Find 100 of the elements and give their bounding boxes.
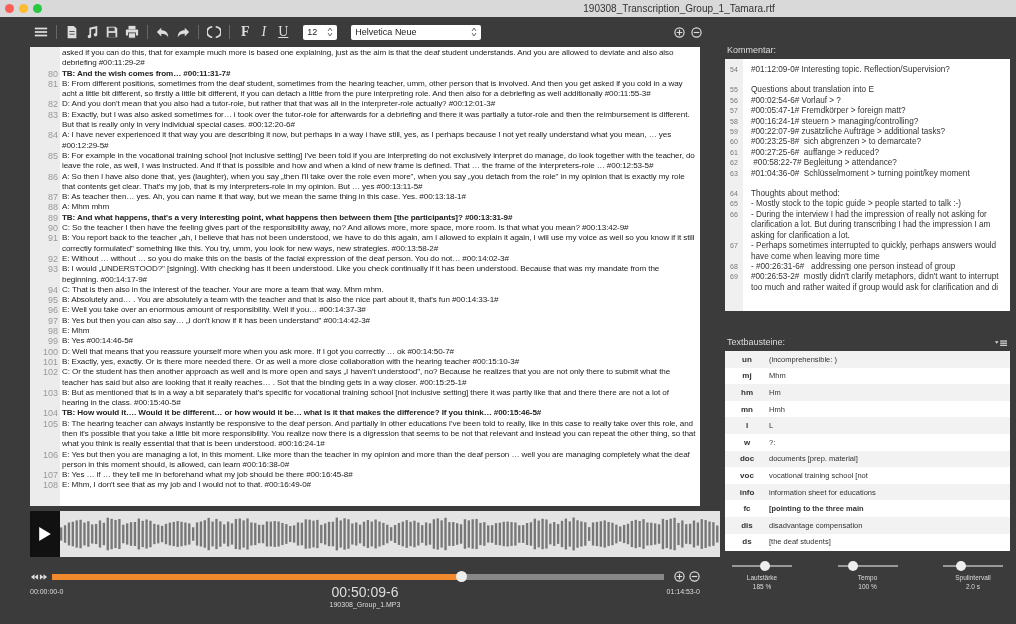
sync-icon[interactable] — [207, 25, 221, 39]
zoom-out-icon[interactable] — [689, 571, 700, 582]
play-button[interactable] — [30, 511, 60, 557]
panel-menu-icon[interactable] — [995, 339, 1007, 347]
transcript-line: E: Yes but then you are managing a lot, in this moment. Like more than the teacher in my opinion and more than the deaf person … well you are managing completely what the deaf person in this moment should, is allowed, can learn #00:16:38-0# — [62, 449, 691, 471]
transcript-line: B: Absolutely and… . You are absolutely a team with the teacher and that is also the nice part about it, that's fun #00:14:33-1# — [62, 295, 500, 306]
line-number: 101 — [41, 356, 59, 368]
font-size-stepper[interactable]: 12 — [303, 24, 338, 40]
up-down-arrows-icon[interactable] — [327, 27, 334, 37]
format-button[interactable]: U — [275, 24, 292, 40]
line-number: 104 — [41, 408, 59, 419]
snippet-key[interactable]: fc — [725, 504, 769, 514]
line-number: 91 — [47, 233, 59, 246]
line-number: 90 — [47, 223, 59, 234]
comment-line: #01:04:36-0# Schlüsselmoment > turning point/key moment — [750, 168, 971, 180]
panel-title: Kommentar: — [727, 45, 777, 55]
comment-line: #01:12:09-0# Interesting topic. Reflection/Supervision? — [750, 65, 951, 76]
music-note-icon[interactable] — [85, 25, 99, 39]
panel-title: Textbausteine: — [727, 337, 786, 347]
transcript-line: B: Exactly, yes, exactly. Or is there more needed there. Or as well a more close collaboration with the hearing teacher #00:15:10-3# — [62, 356, 521, 368]
undo-icon[interactable] — [156, 25, 170, 39]
comment-line: #00:05:47-1# Fremdkörper > foreign matt? — [750, 106, 907, 117]
transcript-line: A: So then I have also done that, yes (laughter), when you say „then I'll take over the role even more", when you say „you detach from the role" in my opinion that is exactly my role that contents get clear. That's my job, that is my interpreters-role in my opinion. But … yes #00:13:11-5# — [62, 171, 686, 193]
line-number: 98 — [47, 326, 59, 337]
comment-line: #00:16:24-1# steuern > managing/controlling? — [750, 116, 920, 127]
transcript-line: A: I have never experienced it that way you are describing it now, but perhaps in a way i have still, yes, as I perhaps because I not yet really understand what you mean, … yes #00:12:29-5# — [62, 130, 673, 151]
line-number: 88 — [47, 202, 59, 213]
line-number: 92 — [47, 253, 59, 265]
format-button[interactable]: I — [258, 24, 270, 40]
up-down-arrows-icon[interactable] — [471, 27, 478, 37]
format-button[interactable]: F — [238, 24, 253, 40]
transcript-line: B: Yes #00:14:46-5# — [62, 336, 134, 347]
line-number: 100 — [41, 346, 59, 357]
transcript-line: B: Yes but then you can also say… „I don't know if it has been understand" #00:14:42-3# — [62, 315, 371, 326]
transcript-line: B: You report back to the teacher „ah, I believe that has not been understood, we have to do this again, am I allowed to explain it again, I will use my voice as well so you know if it still correctly formulated" something like this. You try, umm, you look for new ways, new strategies. #00:13:58-2# — [62, 233, 696, 254]
snippet-key[interactable]: doc — [725, 454, 769, 464]
line-number: 103 — [41, 387, 59, 400]
line-number: 86 — [47, 171, 59, 184]
line-number: 95 — [47, 295, 59, 306]
transcript-line: TB: How would it…. Would it be different… or how would it be… what is it that makes the difference? If you think… #00:15:46-5# — [62, 408, 543, 419]
transcript-line: E: Without … without … so you do make this on the basis of the facial expression of the deaf person. You do not… #00:14:02-3# — [62, 253, 510, 265]
snippet-key[interactable]: dis — [725, 520, 769, 530]
line-number: 82 — [47, 99, 59, 110]
comment-line: #00:58:22-7# Begleitung > attendance? — [752, 158, 898, 169]
transcript-line: E: Well you take over an enormous amount of responsibility. Well if you… #00:14:37-3# — [62, 305, 367, 316]
line-number: 80 — [47, 68, 59, 79]
line-number: 87 — [47, 192, 59, 203]
snippet-key[interactable]: voc — [725, 470, 769, 480]
snippet-key[interactable]: un — [725, 354, 769, 364]
zoom-out-icon[interactable] — [691, 26, 702, 38]
rewind-forward-icon[interactable] — [30, 572, 48, 581]
transcript-line: B: From different positions, sometimes from the deaf student, sometimes from the hearing teacher, umm, other person that is involved. And then you get asked if you cold in a way acht a little bit different, so firstly a little bit different, if you can detach a little from the pure interpreting role. And then also for a debriefing as well additionally #00:11:55-3# — [62, 78, 684, 100]
redo-icon[interactable] — [176, 25, 190, 39]
transcript-line: B: Exactly, but I was also asked sometimes for… i took over the tutor-role for afterwards for a debriefing and there it was partially a tutor-role and then the reimbursement is different. But that is really only in very individual special cases. #00:12:20-6# — [62, 109, 691, 131]
line-number: 107 — [41, 470, 59, 481]
transcript-line: D: Well that means that you reassure yourself more when you ask more. If I got you correctly … ok #00:14:50-7# — [62, 346, 455, 357]
line-number: 105 — [41, 418, 59, 431]
line-number: 108 — [41, 480, 59, 491]
snippet-key[interactable]: mj — [725, 371, 769, 381]
transcript-line: E: Mhm — [62, 326, 91, 337]
transcript-line: C: Or the student has then another approach as well and is more open and says „I haven't understood", no? Because he realizes that you are not only there to submit what the teacher has said but also are looking that it really reaches… . Sot that the binding gets in a way closer. #00:15:25-1# — [62, 367, 672, 388]
comment-line: - #00:26:31-6# addressing one person instead of group — [750, 261, 957, 272]
playback-progress-bar[interactable] — [52, 573, 664, 580]
comment-line: #00:23:25-8# sich abgrenzen > to demarcate? — [750, 137, 922, 148]
comment-line: #00:22:07-9# zusätzliche Aufträge > additional tasks? — [750, 127, 947, 137]
zoom-in-icon[interactable] — [674, 571, 685, 582]
snippet-key[interactable]: hm — [725, 388, 769, 397]
menu-icon[interactable] — [34, 25, 48, 39]
snippet-key[interactable]: mn — [725, 404, 769, 414]
zoom-in-icon[interactable] — [674, 26, 685, 38]
snippet-key[interactable]: w — [725, 437, 769, 447]
snippet-key[interactable]: ds — [725, 537, 769, 547]
print-icon[interactable] — [125, 25, 139, 39]
transcript-line: TB: And the wish comes from… #00:11:31-7# — [62, 68, 232, 79]
play-icon[interactable] — [39, 527, 51, 541]
comment-line: #00:02:54-6# Vorlauf > ? — [750, 95, 842, 106]
save-icon[interactable] — [105, 25, 119, 39]
comment-line: #00:26:53-2# mostly didn't clarify metaphors, didn't want to interrupt too much and rather waited if group would ask for clarification and di — [750, 272, 1000, 294]
current-time: 00:50:09-6 — [331, 584, 399, 600]
transcript-line: E: Mhm, I don't see that as my job and I would not to that. #00:16:49-0# — [62, 480, 312, 491]
transcript-line: B: For example in the vocational training school [not inclusive setting] I've been told if you are interpreting do not exclusively interpret do manage, do look together with the teacher, do leave the role, as well, I was instructed. And if that is possible and how and when a kind of new frame is defined. That … the frame of the interpreters-role … #00:12:53-5# — [62, 150, 696, 172]
snippet-key[interactable]: info — [725, 487, 769, 497]
transcript-line: D: And you don't mean that you also had a tutor-role, but rather that that was all in the interpreter-role actually? #00:12:01-3# — [62, 99, 497, 110]
line-number: 96 — [47, 305, 59, 316]
font-dropdown[interactable]: Helvetica Neue — [351, 24, 482, 40]
comment-line: #00:27:25-6# auffange > reduced? — [750, 147, 880, 158]
transcript-line: C: That is then also in the interest of the teacher. Your are more a team that way. Mhm mhm. — [62, 284, 385, 296]
document-icon[interactable] — [65, 25, 79, 39]
line-number: 84 — [47, 130, 59, 143]
transcript-line: B: As teacher then… yes. Ah, you can name it that way, but we mean the same thing in this case. Yes. #00:13:18-1# — [62, 192, 467, 203]
comment-line: - During the interview I had the impression of really not asking for clarification a lot. But during transcribing I had the impression I am asking for clarification a lot. — [750, 209, 992, 241]
line-number: 99 — [47, 336, 59, 347]
snippet-key[interactable]: l — [725, 421, 769, 431]
transcript-line: B: Yes … if … they tell me in beforehand what my job should be there #00:16:45-8# — [62, 470, 354, 481]
transcript-line: TB: And what happens, that's a very interesting point, what happens then between them [the participants]? #00:13:31-9# — [62, 212, 514, 224]
line-number: 102 — [41, 367, 59, 380]
window-title: 190308_Transcription_Group_1_Tamara.rtf — [582, 3, 776, 14]
transcript-line: B: But as mentioned that is in a way a bit separately that's specific for vocational training school [not inclusive setting] there it was partly like that and there there are not a lot of hearing in the class. #00:15:40-5# — [62, 387, 670, 409]
line-number: 81 — [47, 78, 59, 91]
comment-line: Questions about translation into E — [750, 85, 875, 96]
